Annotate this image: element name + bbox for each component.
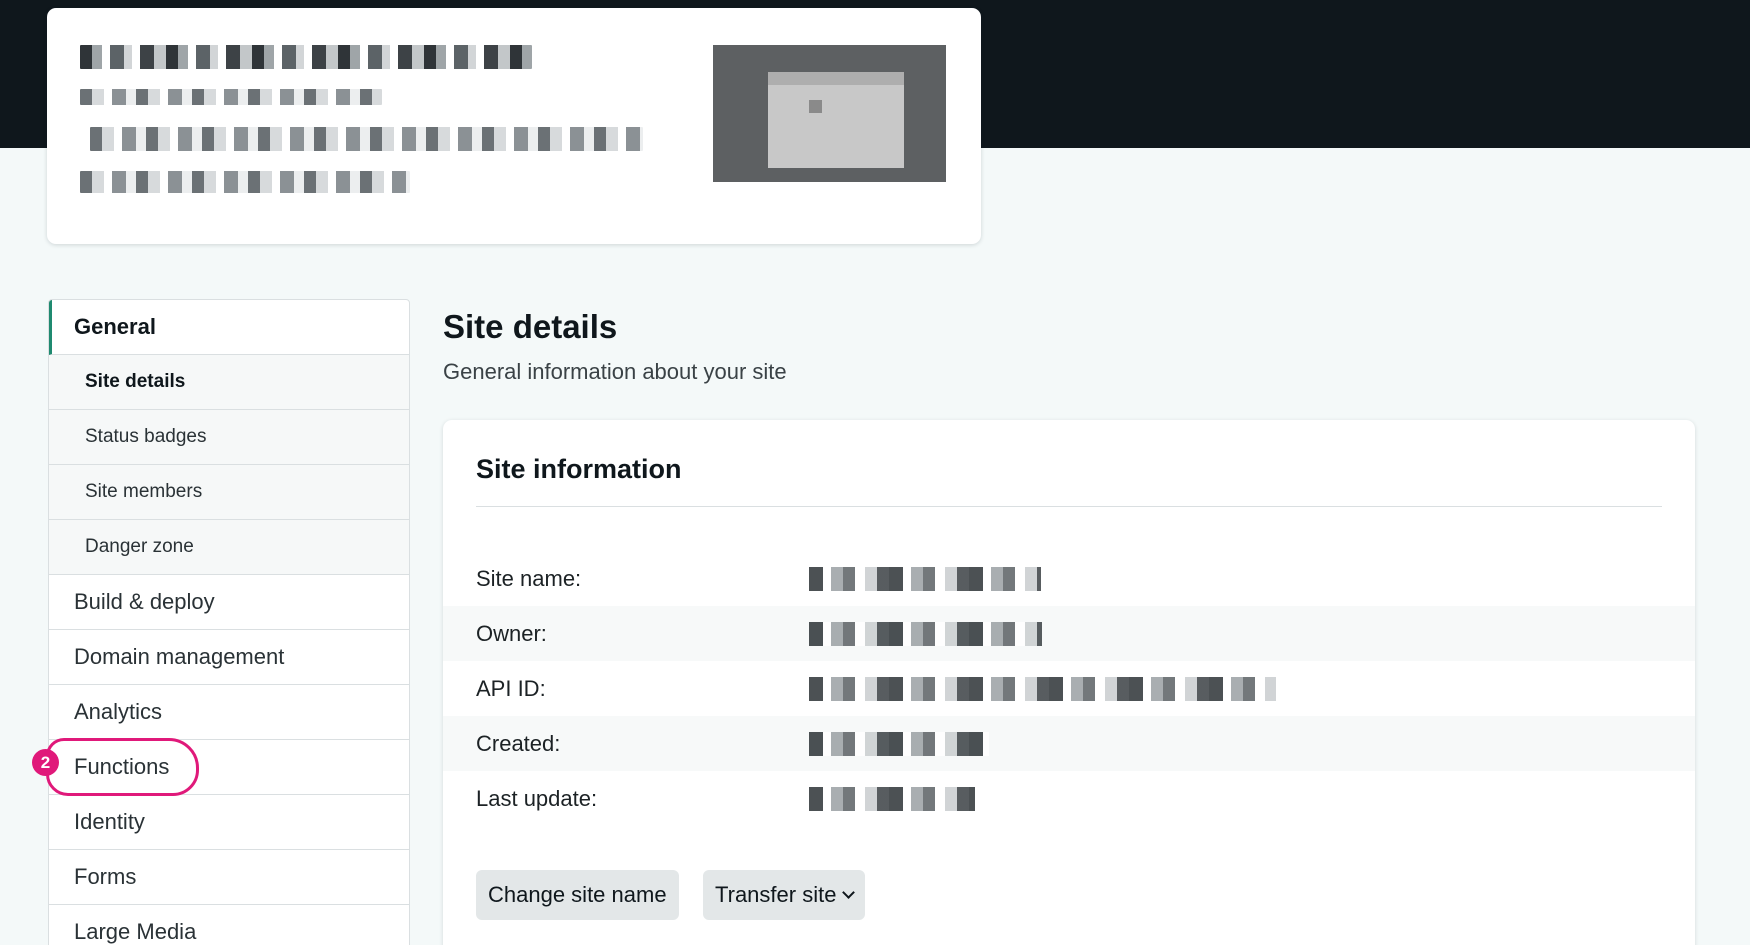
site-overview-card [47,8,981,244]
panel-title: Site information [476,454,682,484]
info-label: Site name: [476,565,582,591]
sidebar-item-analytics[interactable]: Analytics [49,685,409,740]
info-row-api-id: API ID: [443,661,1695,716]
site-information-panel: Site information Site name: Owner: API I… [443,420,1695,945]
redacted-deploy-info [90,127,643,151]
redacted-api-id-value[interactable] [809,677,1276,701]
redacted-last-published [80,171,410,193]
redacted-site-name-value [809,567,1041,591]
site-screenshot-thumbnail[interactable] [713,45,946,182]
redacted-last-update-value [809,787,975,811]
sidebar-item-build-deploy[interactable]: Build & deploy [49,575,409,630]
info-label: Last update: [476,785,598,811]
sidebar-subitem-site-members[interactable]: Site members [49,465,409,520]
sidebar-item-identity[interactable]: Identity [49,795,409,850]
redacted-site-url[interactable] [80,89,382,105]
sidebar-subitem-danger-zone[interactable]: Danger zone [49,520,409,575]
info-row-last-update: Last update: [443,771,1695,826]
sidebar-item-general[interactable]: General [49,300,409,355]
chevron-down-icon [842,886,856,899]
redacted-site-title[interactable] [80,45,532,69]
sidebar-subitem-site-details[interactable]: Site details [49,355,409,410]
sidebar-item-forms[interactable]: Forms [49,850,409,905]
info-row-site-name: Site name: [443,551,1695,606]
panel-divider [476,506,1662,507]
info-row-owner: Owner: [443,606,1695,661]
page-title: Site details [443,308,618,345]
info-label: Owner: [476,620,547,646]
sidebar-item-functions[interactable]: Functions [49,740,409,795]
transfer-site-button[interactable]: Transfer site [703,870,866,920]
info-label: API ID: [476,675,546,701]
info-label: Created: [476,730,561,756]
transfer-site-label: Transfer site [715,882,837,907]
redacted-created-value [809,732,989,756]
redacted-owner-value[interactable] [809,622,1042,646]
settings-sidebar: General Site details Status badges Site … [48,299,410,945]
page-subtitle: General information about your site [443,359,787,384]
change-site-name-label: Change site name [488,882,667,907]
screenshot-placeholder-icon [768,72,904,168]
change-site-name-button[interactable]: Change site name [476,870,679,920]
sidebar-subitem-status-badges[interactable]: Status badges [49,410,409,465]
annotation-step-badge: 2 [32,749,59,776]
sidebar-item-domain-management[interactable]: Domain management [49,630,409,685]
sidebar-item-large-media[interactable]: Large Media [49,905,409,945]
info-row-created: Created: [443,716,1695,771]
